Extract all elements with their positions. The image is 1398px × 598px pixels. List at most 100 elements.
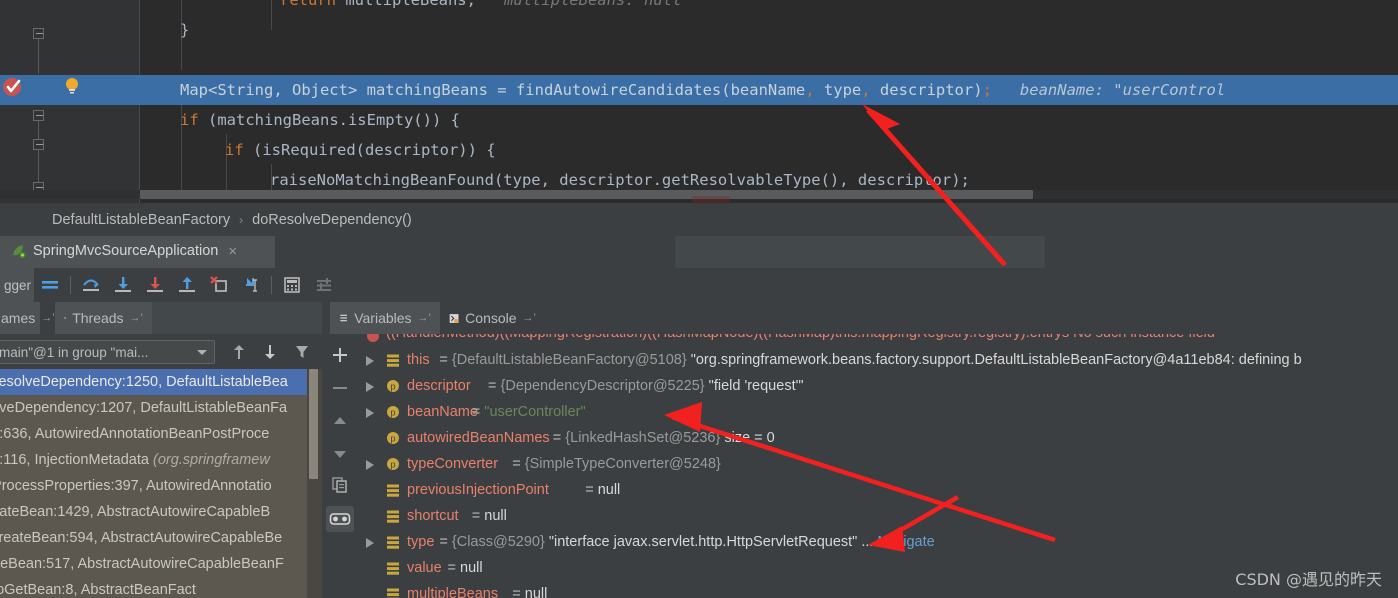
tab-threads[interactable]: Threads →’: [55, 302, 152, 334]
frame-item[interactable]: CreateBean:594, AbstractAutowireCapableB…: [0, 525, 322, 551]
show-execution-point-button[interactable]: [34, 270, 66, 300]
editor-hscrollbar-thumb[interactable]: [140, 190, 1033, 199]
frame-item[interactable]: ct:636, AutowiredAnnotationBeanPostProce: [0, 421, 322, 447]
breadcrumb-method[interactable]: doResolveDependency(): [252, 212, 412, 228]
variable-value-part: =: [488, 378, 501, 394]
variable-row[interactable]: type = {Class@5290} "interface javax.ser…: [358, 529, 1398, 555]
code-line[interactable]: if (isRequired(descriptor)) {: [0, 135, 1398, 165]
tab-frames[interactable]: ames →’: [0, 302, 55, 334]
variable-value-part: null: [597, 482, 621, 498]
debugger-toolbar[interactable]: gger: [0, 268, 1398, 302]
drop-frame-button[interactable]: [203, 270, 235, 300]
parameter-icon: p: [387, 406, 399, 418]
pin-icon[interactable]: →’: [523, 312, 536, 324]
pin-icon[interactable]: →’: [41, 312, 54, 324]
variable-row[interactable]: p descriptor = {DependencyDescriptor@5225…: [358, 373, 1398, 399]
frame-item-label: ateBean:517, AbstractAutowireCapableBean…: [0, 556, 284, 572]
frames-list[interactable]: ResolveDependency:1250, DefaultListableB…: [0, 369, 322, 598]
expand-arrow-icon[interactable]: [366, 408, 374, 418]
frame-item[interactable]: ct:116, InjectionMetadata (org.springfra…: [0, 447, 322, 473]
parameter-icon: p: [387, 458, 399, 470]
variable-row[interactable]: p typeConverter = {SimpleTypeConverter@52…: [358, 451, 1398, 477]
error-icon: [367, 334, 379, 342]
variable-row[interactable]: shortcut = null: [358, 503, 1398, 529]
expand-arrow-icon[interactable]: [366, 382, 374, 392]
frame-item-selected[interactable]: ResolveDependency:1250, DefaultListableB…: [0, 369, 322, 395]
remove-watch-button[interactable]: [326, 375, 354, 401]
variable-row[interactable]: p beanName = "userController": [358, 399, 1398, 425]
code-token: }: [180, 21, 190, 39]
svg-text:p: p: [390, 460, 395, 470]
step-over-button[interactable]: [75, 270, 107, 300]
tab-console[interactable]: Console →’: [440, 302, 545, 334]
settings-button[interactable]: [308, 270, 340, 300]
pin-icon[interactable]: →’: [130, 312, 143, 324]
move-up-button[interactable]: [326, 408, 354, 434]
frames-up-button[interactable]: [227, 341, 251, 363]
step-into-button[interactable]: [107, 270, 139, 300]
run-to-cursor-button[interactable]: [235, 270, 267, 300]
variable-value: = {DefaultListableBeanFactory@5108} "org…: [439, 347, 1301, 373]
add-watch-button[interactable]: [326, 342, 354, 368]
chevron-down-icon[interactable]: [197, 350, 207, 355]
expand-arrow-icon[interactable]: [366, 460, 374, 470]
debug-panel-tabs: ames →’ Threads →’ Variables →’ Console …: [0, 302, 1398, 334]
thread-selector-dropdown[interactable]: main"@1 in group "mai...: [0, 340, 215, 364]
frames-down-button[interactable]: [258, 341, 282, 363]
navigate-link[interactable]: Navigate: [877, 534, 934, 550]
tabbar-filler-left: [275, 236, 675, 268]
code-line[interactable]: }: [0, 15, 1398, 45]
debugger-tool-label[interactable]: gger: [0, 268, 34, 302]
breakpoint-icon[interactable]: [2, 76, 24, 98]
frame-item[interactable]: tProcessProperties:397, AutowiredAnnotat…: [0, 473, 322, 499]
svg-text:p: p: [390, 408, 395, 418]
intention-bulb-icon[interactable]: [62, 76, 82, 96]
frame-item[interactable]: ulateBean:1429, AbstractAutowireCapableB: [0, 499, 322, 525]
frame-item[interactable]: olveDependency:1207, DefaultListableBean…: [0, 395, 322, 421]
variable-value-part: {SimpleTypeConverter@5248}: [524, 456, 721, 472]
code-line[interactable]: [0, 45, 1398, 75]
variable-name: this: [407, 352, 430, 368]
variable-row[interactable]: p autowiredBeanNames = {LinkedHashSet@523…: [358, 425, 1398, 451]
step-out-button[interactable]: [171, 270, 203, 300]
frames-filter-button[interactable]: [290, 341, 314, 363]
run-configuration-tab[interactable]: SpringMvcSourceApplication ×: [0, 236, 275, 268]
frame-item-label: ResolveDependency:1250, DefaultListableB…: [0, 374, 288, 390]
variable-row[interactable]: previousInjectionPoint = null: [358, 477, 1398, 503]
move-down-button[interactable]: [326, 441, 354, 467]
force-step-into-button[interactable]: [139, 270, 171, 300]
expand-arrow-icon[interactable]: [366, 538, 374, 548]
tab-frames-label: ames: [1, 310, 36, 326]
variable-value-part: {LinkedHashSet@5236}: [565, 430, 721, 446]
close-icon[interactable]: ×: [228, 243, 237, 260]
code-token: multipleBeans: null: [475, 0, 682, 9]
frame-item[interactable]: ateBean:517, AbstractAutowireCapableBean…: [0, 551, 322, 577]
expand-arrow-icon[interactable]: [366, 356, 374, 366]
pin-icon[interactable]: →’: [418, 312, 431, 324]
variables-panel[interactable]: ((HandlerMethod)((MappingRegistration)((…: [358, 334, 1398, 598]
code-token: Map<String, Object> matchingBeans = find…: [180, 81, 731, 99]
frame-item-label: CreateBean:594, AbstractAutowireCapableB…: [0, 530, 283, 546]
code-line[interactable]: return multipleBeans; multipleBeans: nul…: [0, 0, 1398, 15]
thread-selector-value: main"@1 in group "mai...: [0, 344, 149, 360]
run-tab-bar: SpringMvcSourceApplication ×: [0, 236, 1398, 268]
breadcrumb-class[interactable]: DefaultListableBeanFactory: [52, 212, 230, 228]
code-line[interactable]: if (matchingBeans.isEmpty()) {: [0, 105, 1398, 135]
code-editor[interactable]: return multipleBeans; multipleBeans: nul…: [0, 0, 1398, 203]
code-line-current[interactable]: Map<String, Object> matchingBeans = find…: [0, 75, 1398, 105]
panel-tabs-filler: [152, 302, 322, 334]
frames-scrollbar-thumb[interactable]: [309, 369, 318, 479]
watches-toggle-button[interactable]: [326, 506, 354, 532]
frame-item[interactable]: doGetBean:8, AbstractBeanFact: [0, 577, 322, 598]
copy-button[interactable]: [326, 472, 354, 498]
variable-value-part: =: [439, 352, 452, 368]
frames-panel[interactable]: main"@1 in group "mai... ResolveDependen…: [0, 334, 322, 598]
evaluate-expression-button[interactable]: [276, 270, 308, 300]
search-icon[interactable]: [692, 196, 730, 203]
tab-variables[interactable]: Variables →’: [330, 302, 440, 334]
breadcrumb[interactable]: DefaultListableBeanFactory › doResolveDe…: [0, 203, 1398, 236]
code-lines[interactable]: return multipleBeans; multipleBeans: nul…: [0, 0, 1398, 203]
variable-row[interactable]: this = {DefaultListableBeanFactory@5108}…: [358, 347, 1398, 373]
chevron-right-icon: ›: [239, 212, 244, 227]
variables-clipped-row[interactable]: ((HandlerMethod)((MappingRegistration)((…: [358, 334, 1398, 346]
